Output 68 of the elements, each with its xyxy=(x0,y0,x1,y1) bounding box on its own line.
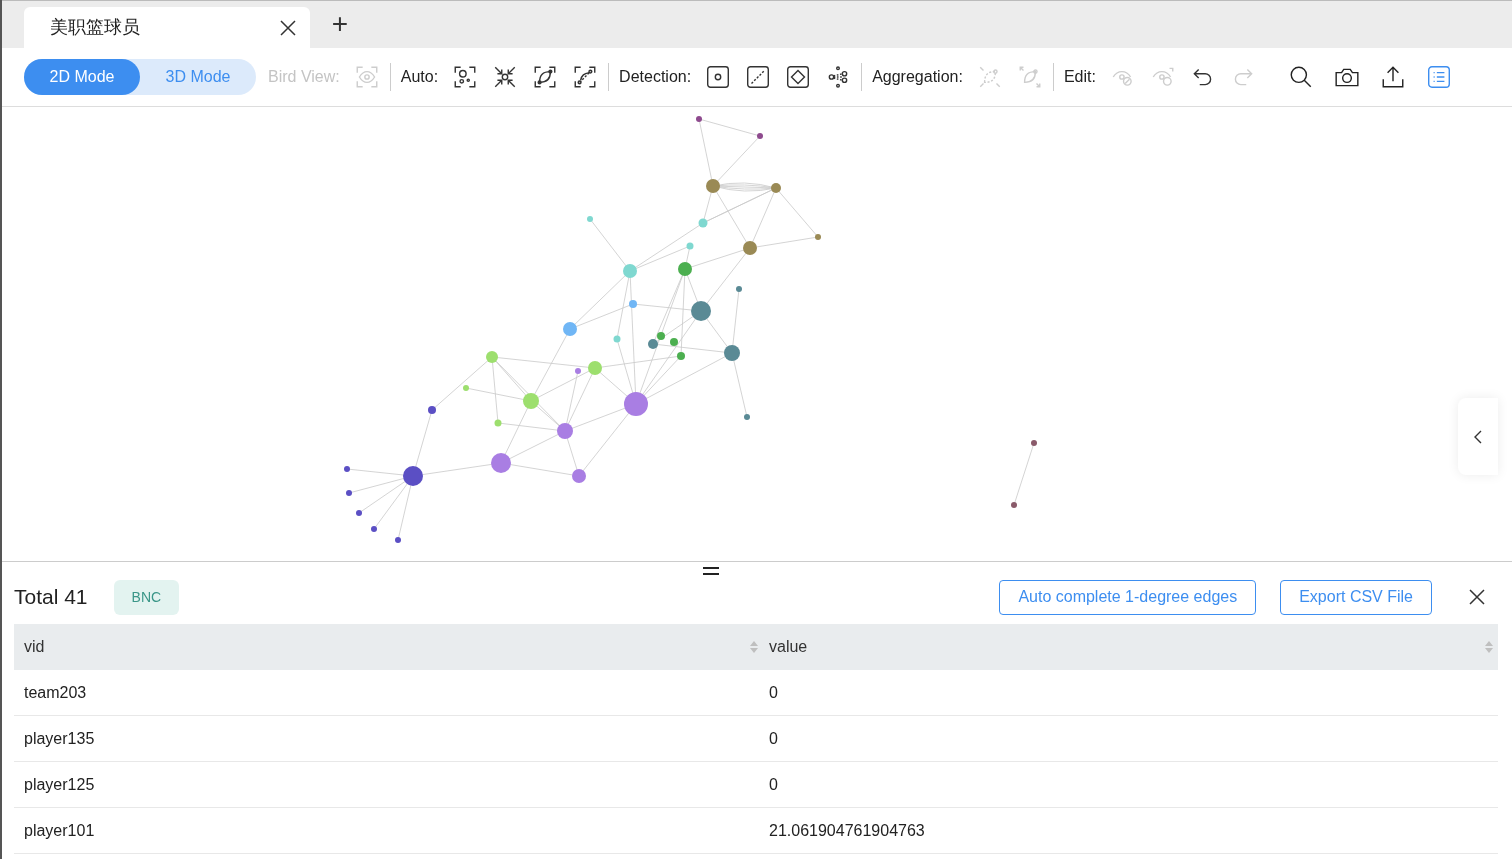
table-cell: 0 xyxy=(769,775,778,793)
graph-node[interactable] xyxy=(744,414,750,420)
graph-node[interactable] xyxy=(575,368,581,374)
graph-node[interactable] xyxy=(486,351,498,363)
graph-node[interactable] xyxy=(743,241,757,255)
graph-node[interactable] xyxy=(557,423,573,439)
graph-node[interactable] xyxy=(371,526,377,532)
graph-node[interactable] xyxy=(757,133,763,139)
square-diagonal-icon[interactable] xyxy=(745,64,772,90)
graph-node[interactable] xyxy=(403,466,423,486)
graph-node[interactable] xyxy=(491,453,511,473)
toolbar-label: Bird View: xyxy=(268,67,340,87)
graph-node[interactable] xyxy=(696,116,702,122)
toolbar-label: Auto: xyxy=(400,67,439,87)
table-cell: 0 xyxy=(769,729,778,747)
total-count: Total 41 xyxy=(14,584,88,611)
graph-node[interactable] xyxy=(686,242,694,250)
tag-label: BNC xyxy=(113,579,180,615)
graph-node[interactable] xyxy=(706,179,720,193)
graph-node[interactable] xyxy=(356,510,362,516)
graph-node[interactable] xyxy=(563,322,577,336)
graph-node[interactable] xyxy=(523,393,539,409)
table-cell: player101 xyxy=(24,821,95,839)
toolbar-label: Edit: xyxy=(1063,67,1096,87)
graph-node[interactable] xyxy=(771,183,781,193)
graph-node[interactable] xyxy=(724,345,740,361)
document-tab[interactable]: 美职篮球员 xyxy=(24,7,310,48)
drag-handle-icon[interactable] xyxy=(702,567,720,575)
graph-node[interactable] xyxy=(670,338,678,346)
graph-node[interactable] xyxy=(648,339,658,349)
square-dot-icon[interactable] xyxy=(705,64,732,90)
column-header[interactable]: vid xyxy=(24,635,749,659)
graph-node[interactable] xyxy=(572,469,586,483)
column-header[interactable]: value xyxy=(769,635,1484,659)
graph-node[interactable] xyxy=(1011,502,1017,508)
graph-node[interactable] xyxy=(588,361,602,375)
graph-node[interactable] xyxy=(678,262,692,276)
graph-node[interactable] xyxy=(657,332,665,340)
add-tab-button[interactable]: + xyxy=(310,7,370,48)
graph-node[interactable] xyxy=(463,385,469,391)
toolbar-label: Detection: xyxy=(619,67,692,87)
table-cell: player125 xyxy=(24,775,95,793)
graph-node[interactable] xyxy=(629,300,637,308)
toolbar-label: Aggregation: xyxy=(872,67,963,87)
table-cell: player135 xyxy=(24,729,95,747)
graph-node[interactable] xyxy=(677,352,685,360)
graph-node[interactable] xyxy=(613,335,621,343)
graph-node[interactable] xyxy=(494,419,502,427)
graph-node[interactable] xyxy=(623,264,637,278)
close-icon[interactable] xyxy=(278,17,298,38)
graph-node[interactable] xyxy=(815,234,821,240)
list-icon[interactable] xyxy=(1425,64,1452,90)
square-diamond-icon[interactable] xyxy=(785,64,812,90)
table-cell: 0 xyxy=(769,683,778,701)
graph-node[interactable] xyxy=(1031,440,1037,446)
graph-node[interactable] xyxy=(587,216,593,222)
graph-node[interactable] xyxy=(395,537,401,543)
graph-node[interactable] xyxy=(624,392,648,416)
graph-node[interactable] xyxy=(691,301,711,321)
graph-node[interactable] xyxy=(428,406,436,414)
table-cell: 21.061904761904763 xyxy=(769,821,925,839)
graph-node[interactable] xyxy=(346,490,352,496)
close-icon[interactable] xyxy=(1468,588,1486,606)
table-cell: team203 xyxy=(24,683,87,701)
graph-node[interactable] xyxy=(698,218,708,228)
graph-node[interactable] xyxy=(344,466,350,472)
chevron-left-icon xyxy=(1472,428,1484,445)
graph-node[interactable] xyxy=(736,286,742,292)
